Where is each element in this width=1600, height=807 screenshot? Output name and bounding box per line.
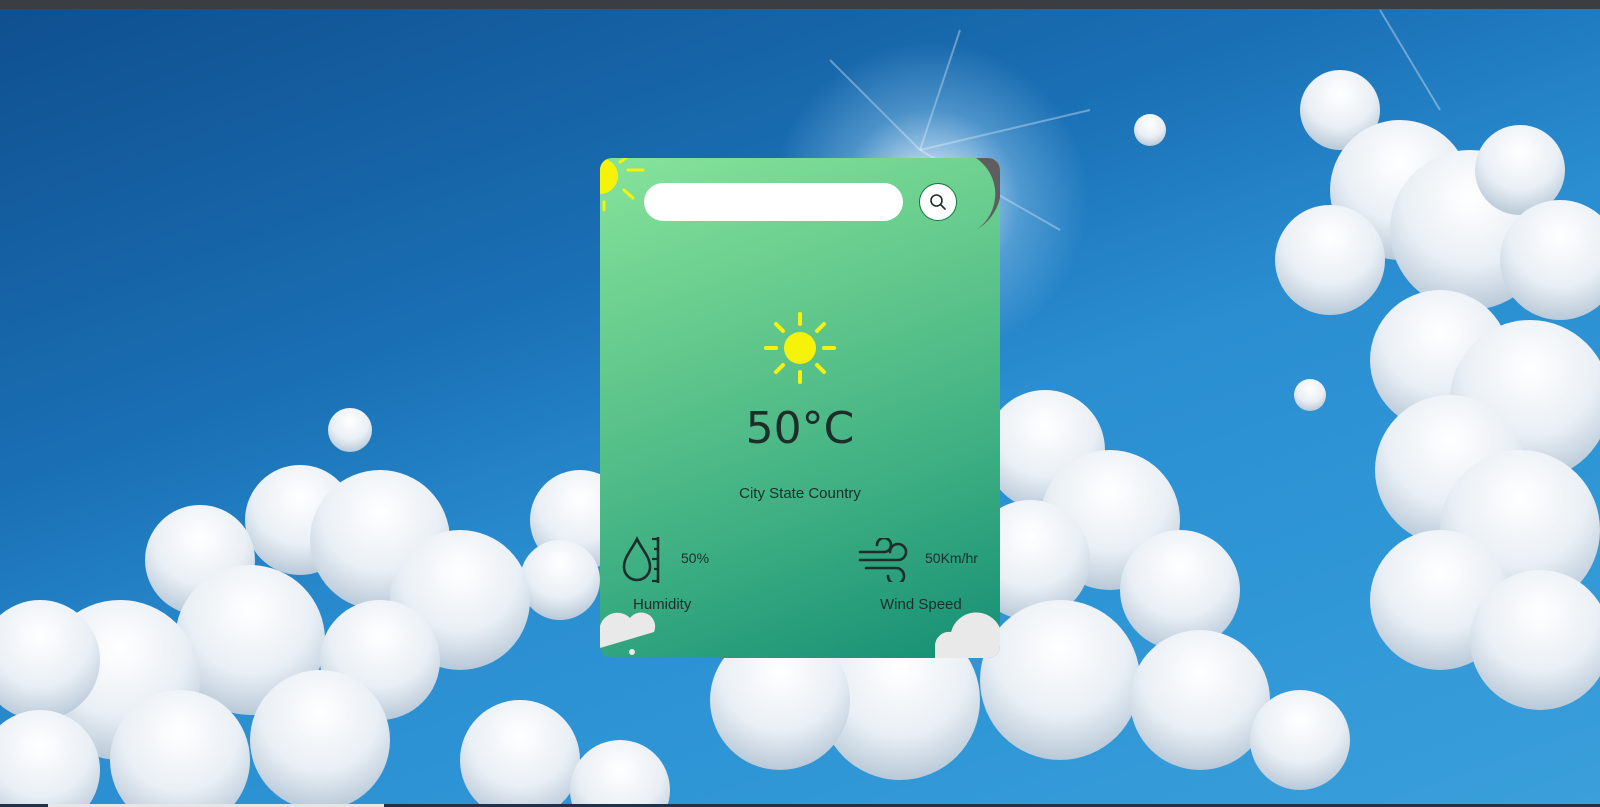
sun-icon	[764, 312, 836, 384]
humidity-value: 50%	[681, 550, 710, 566]
corner-cloud-icon	[600, 612, 656, 655]
wind-speed-value: 50Km/hr	[925, 550, 978, 566]
corner-cloud-icon	[935, 612, 1000, 658]
wind-icon	[858, 538, 908, 582]
weather-card: 50°C City State Country 50% Humidity 50K…	[600, 158, 1000, 658]
search-icon	[930, 194, 946, 210]
search-button[interactable]	[919, 183, 957, 221]
app-background: 50°C City State Country 50% Humidity 50K…	[0, 0, 1600, 807]
temperature-value: 50°C	[745, 403, 855, 454]
humidity-icon	[622, 536, 660, 583]
location-label: City State Country	[739, 485, 861, 502]
search-input[interactable]	[644, 183, 903, 221]
corner-sun-icon	[600, 158, 645, 212]
